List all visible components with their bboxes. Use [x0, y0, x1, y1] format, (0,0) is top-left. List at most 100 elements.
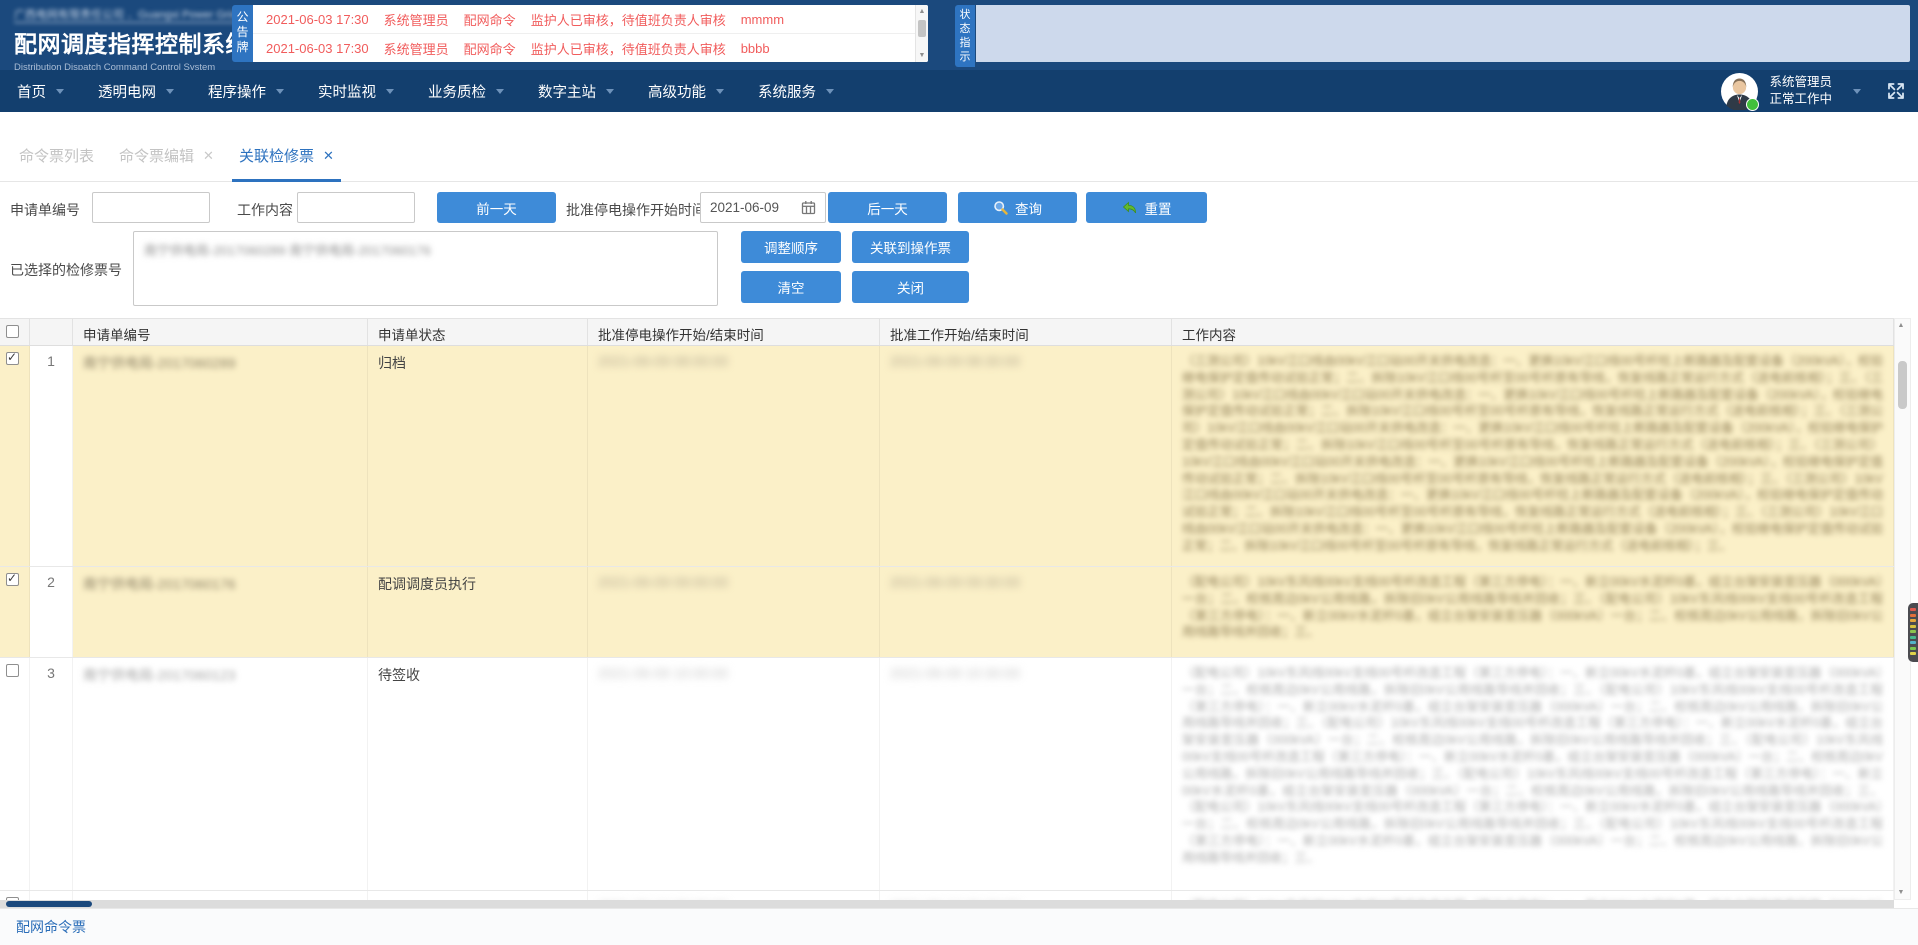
row-select-cell[interactable] [0, 346, 30, 566]
work-content-input[interactable] [297, 192, 415, 223]
work-time-redacted: 2021-06-09 09:30:00 [890, 574, 1020, 590]
scroll-down-icon[interactable]: ▼ [916, 52, 928, 59]
announcement-item[interactable]: 2021-06-03 17:30系统管理员配网命令监护人已审核，待值班负责人审核… [253, 33, 928, 62]
bottom-taskbar: 配网命令票 [0, 908, 1918, 945]
document-tabbar: 命令票列表命令票编辑✕ 关联检修票✕ [0, 112, 1918, 182]
nav-item-6[interactable]: 数字主站 [538, 81, 614, 102]
nav-item-label: 程序操作 [208, 81, 266, 102]
tab-2[interactable]: 命令票编辑✕ [112, 145, 221, 182]
fullscreen-button[interactable] [1886, 81, 1906, 101]
status-indicator-tab[interactable]: 状态指示 [955, 5, 975, 67]
nav-item-label: 高级功能 [648, 81, 706, 102]
close-button[interactable]: 关闭 [852, 271, 969, 303]
stop-time-cell: 2021-06-10 09:00:00 [588, 891, 880, 900]
nav-item-1[interactable]: 首页 [17, 81, 64, 102]
table-horizontal-scrollbar[interactable] [0, 900, 1894, 908]
announcement-panel: 2021-06-03 17:30 系统管理员配网命令监护人已审核，待值班负责人审核… [253, 5, 928, 62]
chevron-down-icon[interactable] [1853, 89, 1861, 94]
scroll-up-icon[interactable]: ▲ [916, 8, 928, 15]
announcement-time: 2021-06-03 17:30 [266, 41, 369, 56]
announcement-time: 2021-06-03 17:30 [266, 12, 369, 27]
user-info: 系统管理员 正常工作中 [1769, 74, 1832, 108]
ticket-number-cell: 南宁供电局-2017060176 [73, 567, 368, 657]
nav-item-7[interactable]: 高级功能 [648, 81, 724, 102]
column-header-3: 申请单编号 [73, 319, 368, 345]
nav-item-label: 系统服务 [758, 81, 816, 102]
status-cell: 待签收 [368, 658, 588, 890]
announcement-status: 监护人已审核，待值班负责人审核 [531, 10, 726, 29]
table-row[interactable]: 1南宁供电局-2017060289归档2021-06-09 08:00:0020… [0, 346, 1894, 567]
select-all-checkbox[interactable] [6, 325, 19, 338]
main-navbar: 首页 透明电网 程序操作 实时监视 业务质检 数字主站 高级功能 系统服务 系统管理员 正常工… [0, 70, 1918, 112]
work-content-cell: （三测公司）10kV江口线由00kV江口站00开关供电改造：一、更换10kV江口… [1172, 346, 1894, 566]
announcement-category: 配网命令 [464, 10, 516, 29]
scroll-up-icon[interactable]: ▲ [1895, 322, 1907, 329]
selected-tickets-value-redacted: 南宁供电局-2017060289 南宁供电局-2017060176 [144, 243, 431, 258]
tab-1[interactable]: 命令票列表 [12, 145, 101, 182]
next-day-button[interactable]: 后一天 [828, 192, 947, 223]
prev-day-button[interactable]: 前一天 [437, 192, 556, 223]
row-checkbox[interactable] [6, 352, 19, 365]
column-header-7: 工作内容 [1172, 319, 1894, 345]
request-no-input[interactable] [92, 192, 210, 223]
table-row[interactable]: 3南宁供电局-2017060123待签收2021-06-09 10:00:002… [0, 658, 1894, 891]
taskbar-item-dispatch-command-ticket[interactable]: 配网命令票 [16, 917, 86, 937]
chevron-down-icon [826, 89, 834, 94]
nav-item-label: 业务质检 [428, 81, 486, 102]
selected-tickets-textarea[interactable]: 南宁供电局-2017060289 南宁供电局-2017060176 [133, 231, 718, 306]
announcement-board-tab[interactable]: 公告牌 [232, 5, 253, 62]
date-picker[interactable]: 2021-06-09 [700, 192, 826, 223]
announcement-scrollbar[interactable]: ▲ ▼ [915, 5, 928, 62]
minimap-stripe [1910, 641, 1916, 644]
query-label: 查询 [1015, 198, 1042, 218]
announcement-author: 系统管理员 [384, 39, 449, 58]
company-name-redacted: 广西电网有限责任公司 ．Guangxi Power Grid [14, 6, 237, 23]
close-icon[interactable]: ✕ [203, 148, 214, 164]
row-checkbox[interactable] [6, 664, 19, 677]
scroll-down-icon[interactable]: ▼ [1895, 889, 1907, 896]
scrollbar-thumb[interactable] [1898, 361, 1907, 409]
user-area[interactable]: 系统管理员 正常工作中 [1721, 70, 1906, 112]
nav-item-4[interactable]: 实时监视 [318, 81, 394, 102]
horizontal-scrollbar-thumb[interactable] [6, 901, 92, 907]
nav-menu: 首页 透明电网 程序操作 实时监视 业务质检 数字主站 高级功能 系统服务 [17, 70, 868, 112]
row-select-cell[interactable] [0, 567, 30, 657]
announcement-status: 监护人已审核，待值班负责人审核 [531, 39, 726, 58]
close-icon[interactable]: ✕ [323, 148, 334, 164]
row-select-cell[interactable] [0, 658, 30, 890]
table-row[interactable]: 2南宁供电局-2017060176配调调度员执行2021-06-09 09:00… [0, 567, 1894, 658]
table-header-row: 申请单编号申请单状态批准停电操作开始/结束时间批准工作开始/结束时间工作内容 [0, 319, 1894, 346]
nav-item-2[interactable]: 透明电网 [98, 81, 174, 102]
query-button[interactable]: 查询 [958, 192, 1077, 223]
nav-item-5[interactable]: 业务质检 [428, 81, 504, 102]
ticket-number: 南宁供电局-2017060176 [83, 576, 236, 592]
brand-block: 广西电网有限责任公司 ．Guangxi Power Grid 配网调度指挥控制系… [14, 5, 234, 73]
row-checkbox[interactable] [6, 573, 19, 586]
adjust-order-button[interactable]: 调整顺序 [741, 231, 841, 263]
link-to-operation-ticket-button[interactable]: 关联到操作票 [852, 231, 969, 263]
table-row[interactable]: 4宝阳供电公司-2017060027编制2021-06-10 09:00:002… [0, 891, 1894, 900]
edge-minimap-widget[interactable] [1908, 603, 1918, 662]
nav-item-3[interactable]: 程序操作 [208, 81, 284, 102]
chevron-down-icon [386, 89, 394, 94]
nav-item-8[interactable]: 系统服务 [758, 81, 834, 102]
announcement-item[interactable]: 2021-06-03 17:30 系统管理员配网命令监护人已审核，待值班负责人审核… [253, 5, 928, 33]
tab-3[interactable]: 关联检修票✕ [232, 145, 341, 182]
nav-item-label: 数字主站 [538, 81, 596, 102]
work-content-cell: （配电公司）10kV东风线00kV支线00号杆改造工程（第三方停电）：一、新立0… [1172, 567, 1894, 657]
chevron-down-icon [496, 89, 504, 94]
status-cell: 配调调度员执行 [368, 567, 588, 657]
announcement-author: 系统管理员 [384, 10, 449, 29]
work-time-redacted: 2021-06-09 10:30:00 [890, 665, 1020, 681]
column-header-4: 申请单状态 [368, 319, 588, 345]
work-content-label: 工作内容 [237, 200, 293, 220]
status-cell: 归档 [368, 346, 588, 566]
search-icon [993, 200, 1008, 215]
row-select-cell[interactable] [0, 891, 30, 900]
reset-button[interactable]: 重置 [1086, 192, 1207, 223]
clear-button[interactable]: 清空 [741, 271, 841, 303]
work-time-cell: 2021-06-09 10:30:00 [880, 658, 1172, 890]
nav-item-label: 首页 [17, 81, 46, 102]
column-header-1 [0, 319, 30, 345]
scrollbar-thumb[interactable] [918, 20, 926, 37]
